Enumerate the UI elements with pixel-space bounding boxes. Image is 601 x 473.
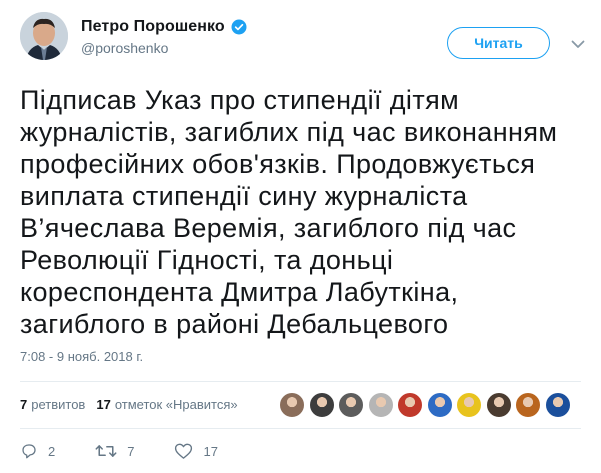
retweets-stat[interactable]: 7 ретвитов — [20, 397, 85, 412]
heart-icon — [175, 443, 193, 459]
tweet-actions: 2 7 17 — [20, 437, 246, 465]
follow-button[interactable]: Читать — [447, 27, 550, 59]
tweet-stats: 7 ретвитов 17 отметок «Нравится» — [20, 391, 249, 417]
likes-count: 17 — [96, 396, 111, 412]
liker-avatar[interactable] — [308, 392, 335, 418]
liker-avatar[interactable] — [515, 392, 541, 418]
liker-avatar[interactable] — [279, 392, 305, 418]
tweet-text: Підписав Указ про стипендії дітям журнал… — [20, 85, 558, 339]
liker-avatar[interactable] — [367, 392, 394, 418]
more-menu-button[interactable] — [567, 33, 589, 55]
like-button[interactable]: 17 — [174, 442, 218, 460]
reply-button[interactable]: 2 — [20, 442, 55, 460]
chevron-down-icon — [571, 40, 585, 48]
reply-icon — [22, 444, 36, 459]
retweet-icon — [95, 445, 117, 457]
tweet-timestamp[interactable]: 7:08 - 9 нояб. 2018 г. — [20, 349, 143, 364]
retweets-count: 7 — [20, 396, 28, 412]
likes-stat[interactable]: 17 отметок «Нравится» — [96, 397, 237, 412]
divider-bottom — [20, 428, 581, 429]
like-count: 17 — [203, 443, 218, 459]
likes-label: отметок «Нравится» — [114, 396, 238, 412]
avatar-photo — [20, 12, 68, 60]
retweet-button[interactable]: 7 — [95, 442, 134, 460]
retweet-count: 7 — [127, 443, 135, 459]
liker-avatar[interactable] — [544, 392, 571, 418]
reply-count: 2 — [48, 443, 56, 459]
liker-avatar[interactable] — [397, 392, 423, 418]
liker-avatar[interactable] — [456, 392, 482, 418]
retweets-label: ретвитов — [31, 396, 86, 412]
author-name-row: Петро Порошенко — [81, 18, 248, 36]
liker-avatar[interactable] — [426, 392, 453, 418]
liker-avatar[interactable] — [485, 392, 512, 418]
author-avatar[interactable] — [20, 12, 68, 60]
author-handle[interactable]: @poroshenko — [81, 40, 168, 56]
author-name[interactable]: Петро Порошенко — [81, 18, 225, 36]
liker-avatar[interactable] — [338, 392, 364, 418]
tweet-card: Петро Порошенко @poroshenko Читать Підпи… — [0, 0, 601, 473]
liker-avatars — [279, 392, 574, 418]
verified-badge-icon — [231, 19, 247, 35]
divider-top — [20, 381, 581, 382]
